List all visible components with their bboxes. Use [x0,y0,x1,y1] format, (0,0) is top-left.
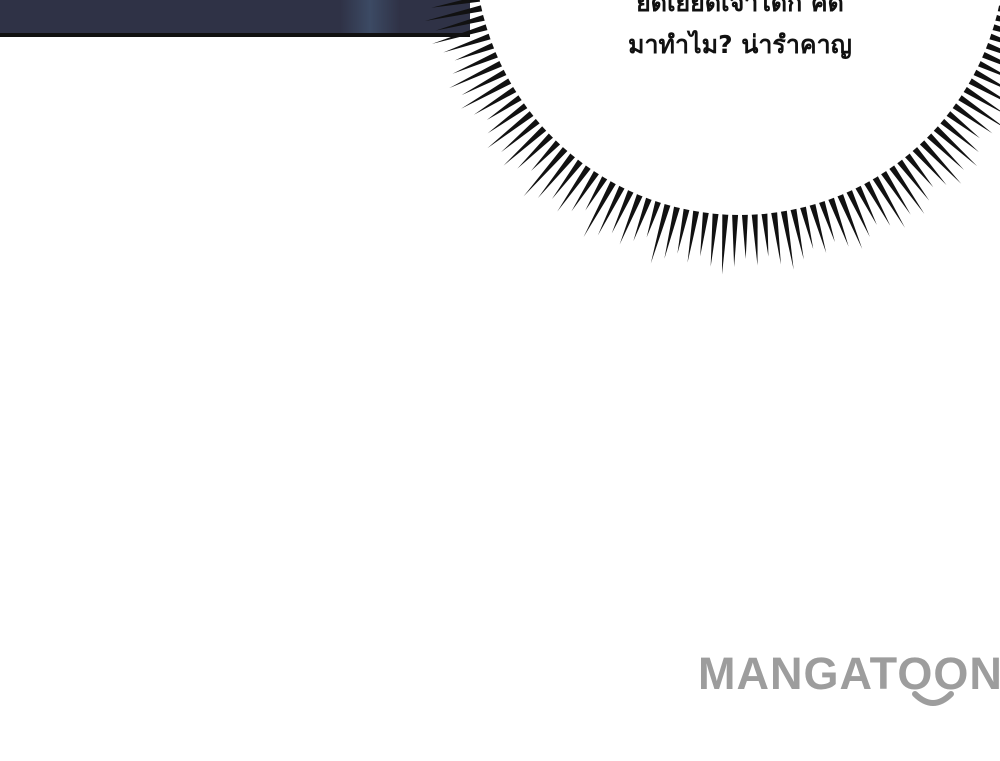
speech-line-1: ยิดเยียดเจ้าได้ก็ คิด [636,0,844,17]
burst-spike [721,211,729,275]
speech-line-2: มาทำไม? น่ารำคาญ [628,30,852,59]
burst-spike [799,203,814,250]
burst-spike [619,191,644,245]
smile-icon [912,691,954,706]
burst-spike [452,50,501,74]
burst-spike [751,211,758,266]
burst-spike [611,187,635,234]
burst-spike [431,0,484,8]
comic-page: ยิดเยียดเจ้าได้ก็ คิด มาทำไม? น่ารำคาญ M… [0,0,1000,761]
burst-spike [780,207,794,270]
mangatoon-watermark: MANGATOON [698,648,1000,699]
burst-spike [853,183,877,225]
burst-spike [710,210,719,267]
burst-spike [741,211,748,259]
burst-spike [732,211,739,267]
burst-spike [761,210,769,257]
burst-spike [770,209,781,265]
burst-spike [677,205,691,254]
burst-spike [700,209,710,257]
speech-burst-bubble [424,0,1000,275]
speech-text: ยิดเยียดเจ้าได้ก็ คิด มาทำไม? น่ารำคาญ [560,0,920,66]
burst-spike [687,207,700,263]
burst-spike [789,205,804,260]
